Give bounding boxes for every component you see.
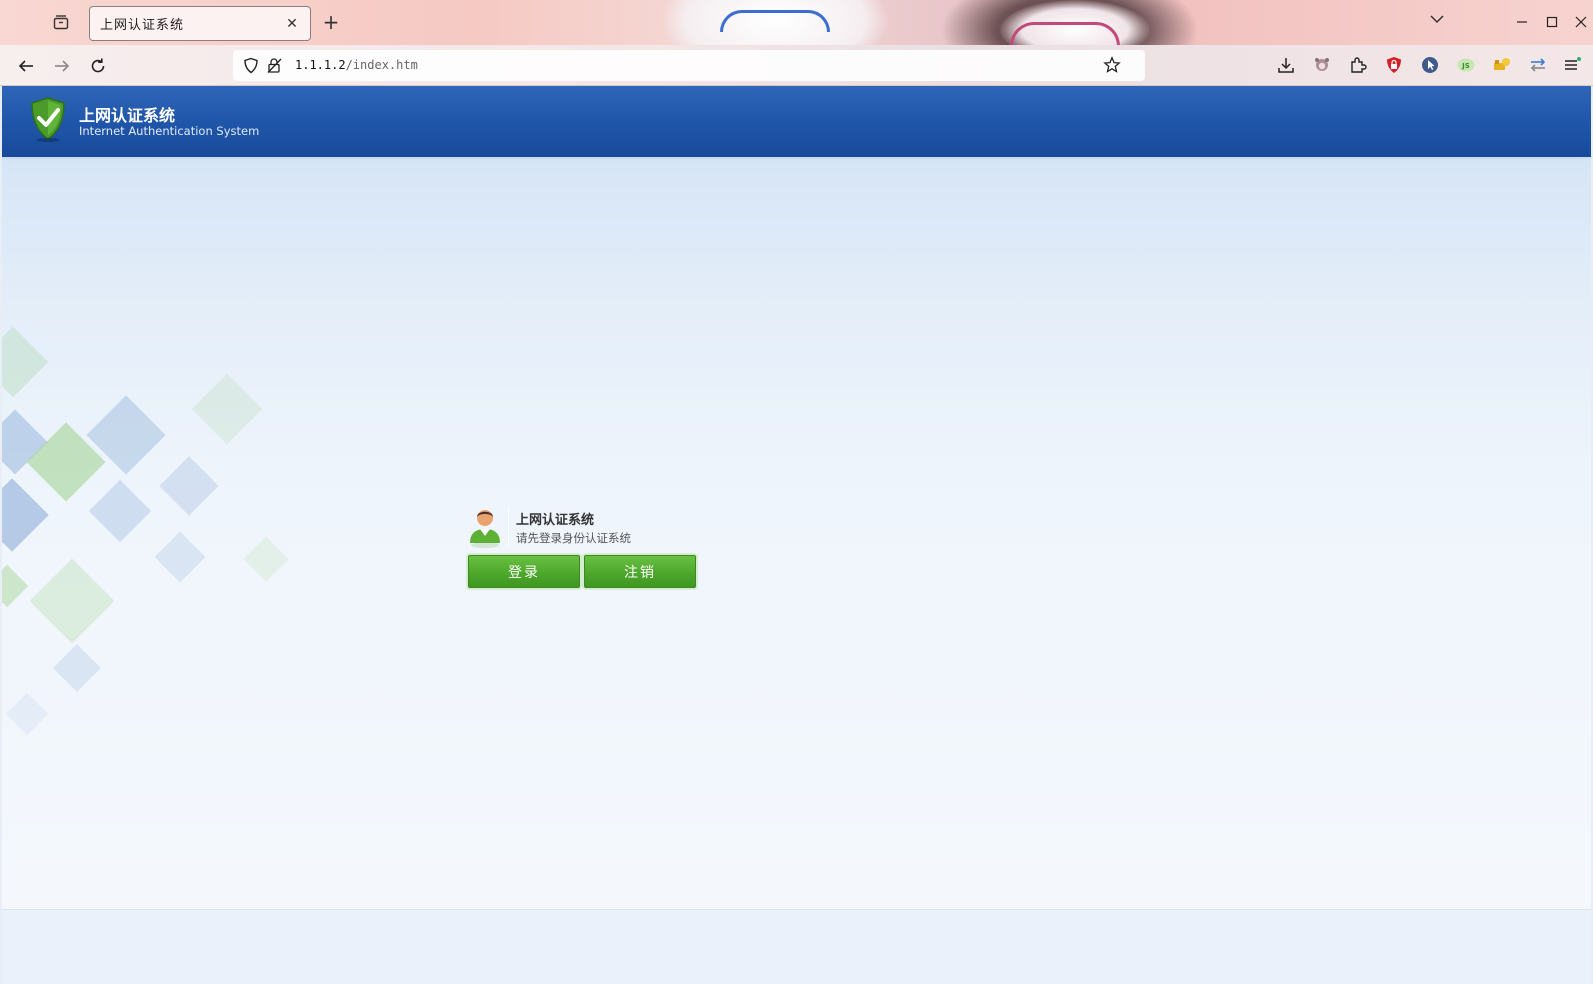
logout-button[interactable]: 注销 [584, 555, 696, 588]
background-art [720, 10, 830, 32]
close-window-icon[interactable] [1570, 12, 1592, 32]
browser-titlebar: 上网认证系统 ✕ + [0, 0, 1593, 45]
forward-icon[interactable] [50, 54, 74, 78]
back-icon[interactable] [14, 54, 38, 78]
key-extension-icon[interactable] [1492, 55, 1512, 75]
tab-close-icon[interactable]: ✕ [284, 16, 300, 32]
decorative-diamond [2, 326, 49, 398]
extensions-puzzle-icon[interactable] [1348, 55, 1368, 75]
background-art [1010, 22, 1120, 45]
url-text: 1.1.1.2/index.htm [295, 58, 418, 72]
ublock-shield-icon[interactable] [1384, 55, 1404, 75]
browser-tab-active[interactable]: 上网认证系统 ✕ [89, 6, 311, 41]
main-content: 上网认证系统 请先登录身份认证系统 登录 注销 [2, 157, 1591, 909]
decorative-diamond [243, 536, 289, 582]
decorative-diamond [2, 478, 49, 552]
site-header: 上网认证系统 Internet Authentication System [2, 86, 1591, 157]
svg-text:JS: JS [1461, 62, 1470, 70]
insecure-lock-icon[interactable] [266, 57, 283, 78]
web-page: 上网认证系统 Internet Authentication System 上网… [2, 86, 1591, 984]
shield-check-logo-icon [28, 96, 68, 146]
tab-title: 上网认证系统 [100, 18, 185, 33]
site-title: 上网认证系统 [79, 106, 176, 125]
translate-arrows-icon[interactable] [1528, 55, 1548, 75]
tracking-protection-shield-icon[interactable] [243, 57, 259, 78]
downloads-icon[interactable] [1276, 55, 1296, 75]
bookmark-star-icon[interactable] [1103, 56, 1121, 78]
url-host: 1.1.1.2 [295, 58, 346, 72]
decorative-diamond [191, 373, 263, 445]
browser-navbar: 1.1.1.2/index.htm JS [0, 45, 1593, 86]
decorative-diamond [159, 456, 219, 516]
decorative-diamond [154, 531, 206, 583]
decorative-diamond [88, 479, 152, 543]
decorative-diamond [5, 692, 49, 736]
user-avatar-icon [468, 505, 502, 553]
site-subtitle: Internet Authentication System [79, 124, 260, 138]
decorative-diamond [52, 643, 102, 693]
maximize-icon[interactable] [1541, 12, 1563, 32]
login-title: 上网认证系统 [516, 513, 595, 528]
page-footer [2, 909, 1591, 984]
address-bar[interactable]: 1.1.1.2/index.htm [233, 50, 1145, 81]
new-tab-icon[interactable]: + [320, 10, 342, 34]
minimize-icon[interactable] [1511, 12, 1533, 32]
js-extension-icon[interactable]: JS [1456, 55, 1476, 75]
reload-icon[interactable] [86, 54, 110, 78]
tab-manager-icon[interactable] [50, 11, 72, 33]
list-all-tabs-icon[interactable] [1430, 12, 1444, 28]
decorative-diamond [2, 564, 29, 608]
mascot-extension-icon[interactable] [1312, 55, 1332, 75]
login-button[interactable]: 登录 [468, 555, 580, 588]
cursor-extension-icon[interactable] [1420, 55, 1440, 75]
url-path: /index.htm [345, 58, 418, 72]
login-subtitle: 请先登录身份认证系统 [516, 531, 631, 545]
decorative-diamond [29, 558, 115, 644]
app-menu-icon[interactable] [1562, 55, 1582, 75]
vertical-divider [508, 507, 509, 547]
